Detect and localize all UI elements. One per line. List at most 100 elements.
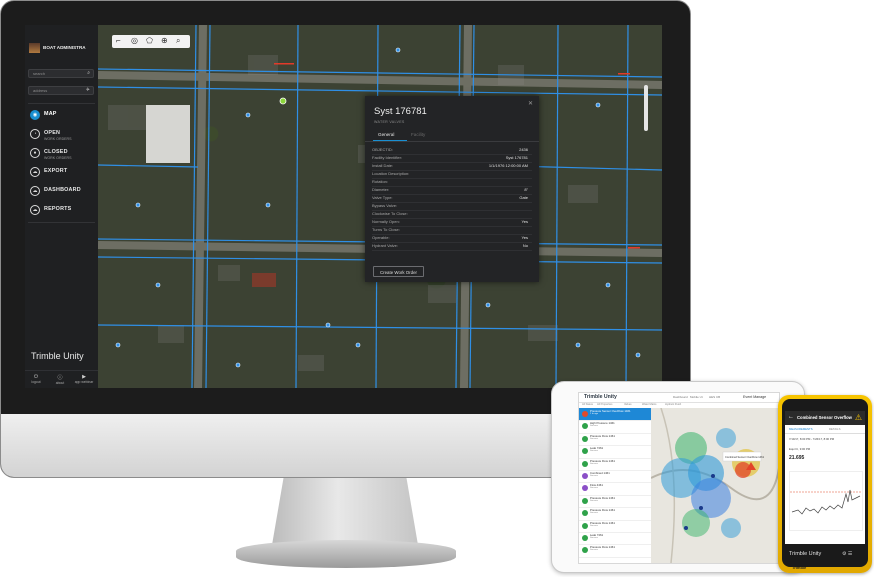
attribute-row: Hydrant Valve: No xyxy=(372,242,532,252)
address-input[interactable]: address ✈ xyxy=(28,86,94,95)
list-item[interactable]: Pressure Flow 1461 Sensors xyxy=(579,433,651,447)
list-item-subtitle: Sensors xyxy=(590,437,599,440)
active-tab-indicator xyxy=(373,140,407,141)
device-brand: Trimble xyxy=(792,565,807,570)
about-button[interactable]: ⓘ about xyxy=(49,374,71,385)
nav-item-closed-work-orders[interactable]: ● CLOSED WORK ORDERS xyxy=(25,146,98,165)
list-item-subtitle: Sensors xyxy=(590,512,599,515)
list-item-subtitle: Sensors xyxy=(590,425,599,428)
map-toolbar: ⌐ ◎ ⬠ ⊕ ⌕ xyxy=(112,35,190,48)
draw-polygon-icon[interactable]: ⬠ xyxy=(146,36,153,45)
filter-chip[interactable]: All Properties xyxy=(597,403,612,406)
draw-circle-icon[interactable]: ◎ xyxy=(131,36,138,45)
list-item[interactable]: Flow 4461 Sensors xyxy=(579,482,651,496)
nav-item-open-work-orders[interactable]: ◔ OPEN WORK ORDERS xyxy=(25,127,98,146)
zoom-search-icon[interactable]: ⌕ xyxy=(176,36,180,46)
search-icon: ⌕ xyxy=(87,70,90,76)
export-icon: ☁ xyxy=(30,167,40,177)
warning-icon: ⚠ xyxy=(854,413,862,422)
monitor-stand-foot xyxy=(236,540,456,568)
status-dot-icon xyxy=(582,522,588,529)
status-dot-icon xyxy=(582,485,588,492)
status-dot-icon xyxy=(582,423,588,430)
event-list: Pressure Sensor OverFlow 1461 1 hr ago Hig… xyxy=(579,408,652,563)
org-title: BOAT ADMINISTRA xyxy=(43,45,86,50)
list-item-subtitle: 1 hr ago xyxy=(590,413,599,415)
popup-title: Syst 176781 xyxy=(374,106,427,117)
satellite-map[interactable]: ⌐ ◎ ⬠ ⊕ ⌕ ✕ Syst 176781 WATER VALVES Gen… xyxy=(98,25,662,388)
list-item[interactable]: Pressure Flow 1461 Sensors xyxy=(579,495,651,509)
header-tab[interactable]: HES CB xyxy=(709,395,720,399)
back-arrow-icon[interactable]: ← xyxy=(788,414,794,420)
org-logo xyxy=(29,43,40,53)
sidebar-divider xyxy=(28,222,95,223)
header-tab[interactable]: Mobile Ut xyxy=(690,395,703,399)
search-input[interactable]: search ⌕ xyxy=(28,69,94,78)
draw-line-icon[interactable]: ⌐ xyxy=(116,36,121,45)
list-item-subtitle: Sensors xyxy=(590,475,599,477)
filter-chip[interactable]: Hydrant Flush xyxy=(665,403,681,406)
list-item[interactable]: Combined 1461 Sensors xyxy=(579,470,651,484)
map-callout: Combined Sensor OverFlow 1461 xyxy=(725,455,765,459)
date-range: 7/19/17, 8:00 PM - 7/26/17, 8:00 PM xyxy=(789,437,835,441)
nav-item-export[interactable]: ☁ EXPORT xyxy=(25,165,98,184)
tab-details[interactable]: DETAILS xyxy=(829,427,840,431)
nav-item-reports[interactable]: ☁ REPORTS xyxy=(25,203,98,222)
list-item[interactable]: High Pressure 1461 Sensors xyxy=(579,420,651,434)
menu-icon[interactable]: ⚙ ☰ xyxy=(842,551,852,557)
selected-valve-marker[interactable] xyxy=(279,97,287,105)
tab-measurements[interactable]: MEASUREMENTS xyxy=(789,427,813,431)
tab-facility[interactable]: Facility xyxy=(411,132,425,137)
nav-item-dashboard[interactable]: ☁ DASHBOARD xyxy=(25,184,98,203)
measurement-chart xyxy=(789,471,863,531)
tablet-device: Trimble Unity Dashboard Mobile Ut HES CB… xyxy=(551,381,805,573)
list-item[interactable]: Pressure Flow 1461 Sensors xyxy=(579,507,651,521)
sidebar-divider xyxy=(28,103,95,104)
logout-button[interactable]: ⏻ logout xyxy=(25,374,47,384)
list-item-subtitle: Sensors xyxy=(590,450,599,453)
list-item-subtitle: Sensors xyxy=(590,524,599,527)
filter-chip[interactable]: All Status xyxy=(582,403,593,406)
draw-point-icon[interactable]: ⊕ xyxy=(161,36,168,45)
open-work-orders-icon: ◔ xyxy=(30,129,40,139)
page-title: Event Manage xyxy=(743,395,767,399)
phone-screen: ← Combined Sensor Overflow ⚠ MEASUREMENT… xyxy=(785,411,865,544)
tablet-screen: Trimble Unity Dashboard Mobile Ut HES CB… xyxy=(578,392,780,564)
nav-sublabel: WORK ORDERS xyxy=(44,137,72,141)
sidebar: BOAT ADMINISTRA search ⌕ address ✈ ◉ MAP… xyxy=(25,25,98,388)
phone-tabs: MEASUREMENTS DETAILS xyxy=(785,425,865,434)
heatmap-layer: Combined Sensor OverFlow 1461 xyxy=(651,408,779,563)
locate-icon: ✈ xyxy=(85,87,90,93)
brand-logo: Trimble Unity xyxy=(31,351,84,361)
reading-label: Equi IC, 9:00 PM xyxy=(789,447,811,451)
brand-logo: Trimble Unity xyxy=(584,394,617,400)
search-placeholder: search xyxy=(33,71,46,76)
list-item[interactable]: Pressure Flow 1461 Sensors xyxy=(579,544,651,558)
header-tab[interactable]: Dashboard xyxy=(673,395,688,399)
list-item-subtitle: Sensors xyxy=(590,499,599,502)
reports-icon: ☁ xyxy=(30,205,40,215)
close-icon[interactable]: ✕ xyxy=(528,100,533,107)
status-dot-icon xyxy=(582,411,588,417)
map-icon: ◉ xyxy=(30,110,40,120)
nav-label: EXPORT xyxy=(44,168,68,174)
filter-chip[interactable]: Water Mains xyxy=(642,403,656,406)
list-item[interactable]: Pressure Sensor OverFlow 1461 1 hr ago xyxy=(579,408,651,422)
desktop-screen: BOAT ADMINISTRA search ⌕ address ✈ ◉ MAP… xyxy=(25,25,662,388)
list-item[interactable]: Leak 7461 Sensors xyxy=(579,532,651,546)
create-work-order-button[interactable]: Create Work Order xyxy=(373,266,424,277)
app-webinar-button[interactable]: ▶ app webinar xyxy=(73,374,95,384)
reading-value: 21.695 xyxy=(789,455,805,461)
list-item[interactable]: Pressure Flow 1461 Sensors xyxy=(579,458,651,471)
tab-general[interactable]: General xyxy=(378,132,394,137)
feature-info-popup: ✕ Syst 176781 WATER VALVES General Facil… xyxy=(365,96,539,282)
list-item[interactable]: Leak 7461 Sensors xyxy=(579,445,651,459)
nav-label: DASHBOARD xyxy=(44,187,81,193)
zoom-slider[interactable] xyxy=(644,85,648,131)
heatmap[interactable]: Combined Sensor OverFlow 1461 xyxy=(651,408,779,563)
rugged-phone: ← Combined Sensor Overflow ⚠ MEASUREMENT… xyxy=(778,395,872,573)
filter-chip[interactable]: Valves xyxy=(624,403,632,406)
list-item[interactable]: Pressure Flow 1461 Sensors xyxy=(579,520,651,533)
nav-item-map[interactable]: ◉ MAP xyxy=(25,108,98,127)
status-dot-icon xyxy=(582,473,588,479)
